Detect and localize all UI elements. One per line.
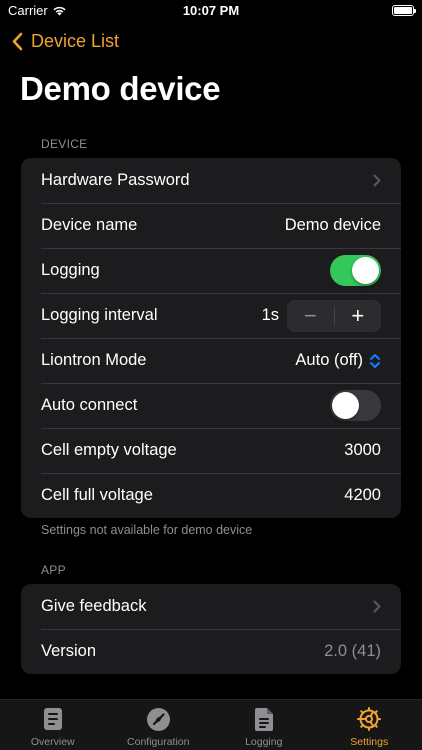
tab-logging[interactable]: Logging — [211, 700, 317, 750]
compass-icon — [146, 707, 170, 731]
tab-logging-label: Logging — [245, 736, 283, 748]
liontron-mode-value: Auto (off) — [295, 351, 363, 369]
cell-empty-voltage-row[interactable]: Cell empty voltage 3000 — [21, 428, 401, 473]
logging-toggle[interactable] — [330, 255, 381, 286]
device-section-header: DEVICE — [41, 137, 88, 151]
app-settings-group: Give feedback Version 2.0 (41) — [21, 584, 401, 674]
tab-overview-label: Overview — [30, 736, 75, 748]
auto-connect-toggle[interactable] — [330, 390, 381, 421]
app-section-header: APP — [41, 563, 66, 577]
device-name-row[interactable]: Device name Demo device — [21, 203, 401, 248]
chevron-up-down-icon — [370, 353, 380, 368]
device-section-footer: Settings not available for demo device — [41, 523, 253, 537]
liontron-mode-picker[interactable]: Auto (off) — [295, 351, 381, 370]
tab-bar: Overview Configuration Logging Settings — [0, 699, 422, 750]
version-value: 2.0 (41) — [324, 642, 381, 660]
give-feedback-label: Give feedback — [41, 597, 147, 615]
auto-connect-row: Auto connect — [21, 383, 401, 428]
version-row: Version 2.0 (41) — [21, 629, 401, 674]
give-feedback-row[interactable]: Give feedback — [21, 584, 401, 629]
liontron-mode-row: Liontron Mode Auto (off) — [21, 338, 401, 383]
back-button-label: Device List — [31, 31, 120, 51]
log-file-icon — [254, 707, 273, 731]
device-name-label: Device name — [41, 216, 138, 234]
tab-overview[interactable]: Overview — [0, 700, 106, 750]
logging-interval-label: Logging interval — [41, 306, 158, 324]
tab-settings[interactable]: Settings — [317, 700, 422, 750]
device-settings-group: Hardware Password Device name Demo devic… — [21, 158, 401, 518]
chevron-right-icon — [373, 174, 381, 187]
auto-connect-label: Auto connect — [41, 396, 138, 414]
battery-icon — [392, 5, 416, 16]
tab-settings-label: Settings — [350, 736, 389, 748]
logging-label: Logging — [41, 261, 100, 279]
logging-row: Logging — [21, 248, 401, 293]
logging-interval-value: 1s — [261, 306, 279, 324]
hardware-password-row[interactable]: Hardware Password — [21, 158, 401, 203]
liontron-mode-label: Liontron Mode — [41, 351, 147, 369]
cell-full-voltage-label: Cell full voltage — [41, 486, 153, 504]
status-time: 10:07 PM — [182, 3, 240, 18]
cell-empty-voltage-label: Cell empty voltage — [41, 441, 177, 459]
chevron-right-icon — [373, 600, 381, 613]
tab-configuration-label: Configuration — [127, 736, 190, 748]
cell-full-voltage-row[interactable]: Cell full voltage 4200 — [21, 473, 401, 518]
hardware-password-label: Hardware Password — [41, 171, 190, 189]
logging-interval-stepper: − + — [287, 299, 382, 332]
device-name-value: Demo device — [284, 216, 381, 234]
stepper-decrement-button[interactable]: − — [287, 300, 334, 332]
chevron-left-icon — [12, 32, 23, 51]
status-bar: Carrier 10:07 PM — [0, 0, 422, 24]
gear-icon — [357, 707, 382, 731]
document-icon — [43, 708, 62, 730]
cell-full-voltage-value: 4200 — [344, 486, 381, 504]
cell-empty-voltage-value: 3000 — [344, 441, 381, 459]
tab-configuration[interactable]: Configuration — [106, 700, 212, 750]
page-title: Demo device — [20, 70, 221, 107]
stepper-increment-button[interactable]: + — [335, 300, 382, 332]
back-button[interactable]: Device List — [12, 31, 119, 52]
logging-interval-row: Logging interval 1s − + — [21, 293, 401, 338]
version-label: Version — [41, 642, 97, 660]
